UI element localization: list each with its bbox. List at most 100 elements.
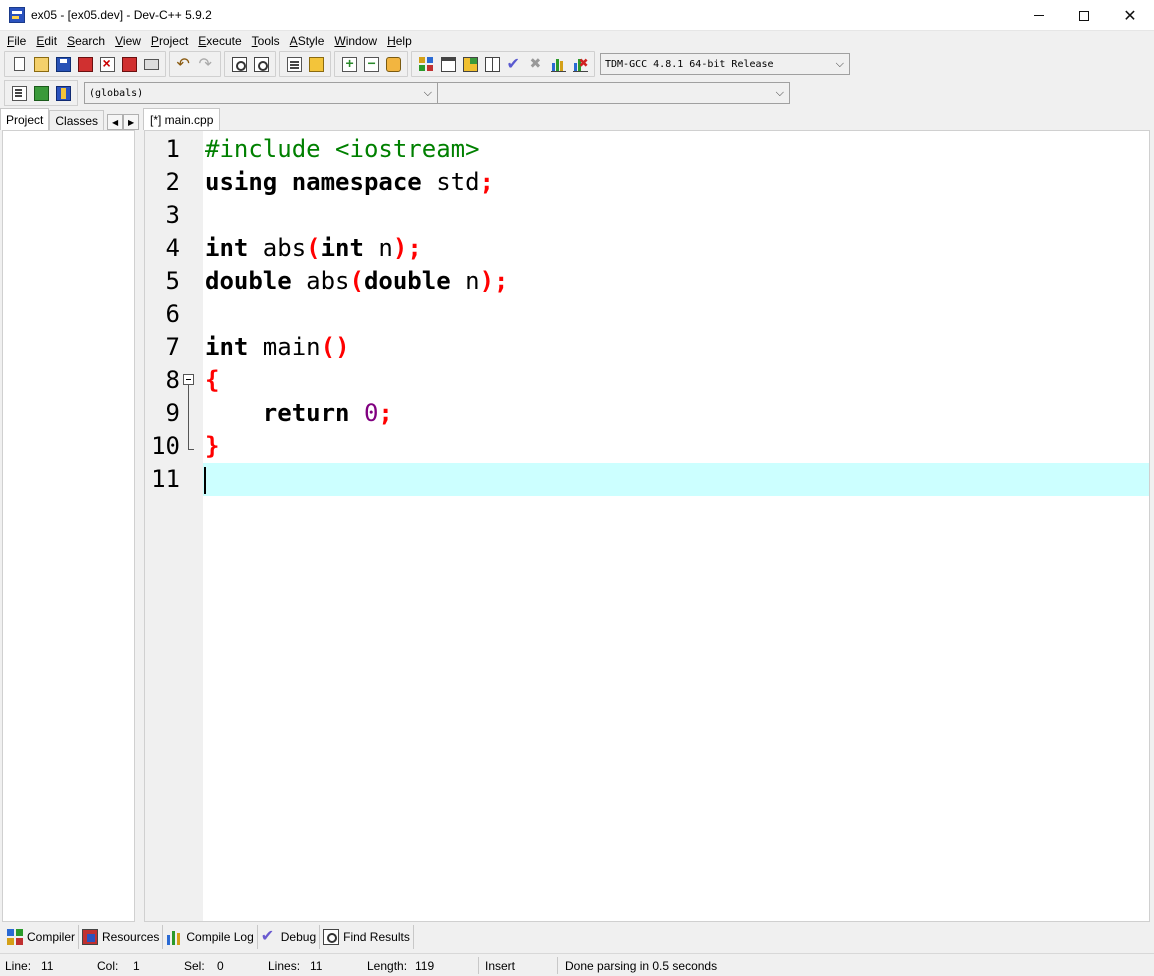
tab-compile-log[interactable]: Compile Log [163,925,258,949]
menu-file[interactable]: File [2,34,31,48]
compile-button[interactable] [415,53,437,75]
undo-button[interactable] [173,53,195,75]
close-all-button[interactable] [118,53,140,75]
tab-find-results[interactable]: Find Results [320,925,414,949]
maximize-button[interactable] [1061,0,1107,31]
status-sel-label: Sel: [184,959,205,973]
globals-select[interactable]: (globals) ⌵ [84,82,438,104]
print-icon [143,58,159,70]
devcpp-app-icon[interactable] [9,7,25,23]
new-member-button[interactable] [30,82,52,104]
status-length-label: Length: [367,959,408,973]
rebuild-all-button[interactable] [481,53,503,75]
status-col-value: 1 [133,959,140,973]
project-toolbar-group [334,51,408,77]
line-number: 11 [151,465,180,493]
line-number: 9 [165,399,180,427]
tab-scroll-buttons: ◀ ▶ [107,114,140,130]
indent-button[interactable] [283,53,305,75]
indent-toolbar-group [279,51,331,77]
line-number: 7 [165,333,180,361]
line-number: 4 [165,234,180,262]
menu-view[interactable]: View [110,34,146,48]
save-all-button[interactable] [74,53,96,75]
add-to-project-icon [341,55,357,72]
tab-resources[interactable]: Resources [79,925,164,949]
debug-icon [261,926,277,946]
line-number: 5 [165,267,180,295]
line-number: 8 [165,366,180,394]
close-button[interactable]: ✕ [1107,0,1153,31]
compile-run-button[interactable] [459,53,481,75]
open-button[interactable] [30,53,52,75]
menu-search[interactable]: Search [62,34,110,48]
project-options-icon [385,56,401,72]
close-all-icon [121,56,137,72]
main-toolbar: TDM-GCC 4.8.1 64-bit Release ⌵ [4,50,850,78]
menu-help[interactable]: Help [382,34,417,48]
add-to-project-button[interactable] [338,53,360,75]
status-col-label: Col: [97,959,119,973]
code-line: int main() [205,333,350,361]
code-line: } [205,432,220,460]
compiler-icon [7,929,23,945]
menu-tools[interactable]: Tools [247,34,285,48]
menu-project[interactable]: Project [146,34,193,48]
replace-button[interactable] [250,53,272,75]
menu-edit[interactable]: Edit [31,34,62,48]
code-editor[interactable]: 1 2 3 4 5 6 7 8 9 10 11 #include <iostre… [144,130,1150,922]
class-toolbar-group [4,80,78,106]
profile-button[interactable] [547,53,569,75]
syntax-check-button[interactable] [503,53,525,75]
fold-collapse-icon[interactable] [183,374,194,385]
close-file-button[interactable] [96,53,118,75]
bottom-panel-tabs: Compiler Resources Compile Log Debug Fin… [0,924,1154,950]
window-title: ex05 - [ex05.dev] - Dev-C++ 5.9.2 [31,8,212,22]
compiler-select[interactable]: TDM-GCC 4.8.1 64-bit Release ⌵ [600,53,850,75]
minimize-button[interactable] [1016,0,1062,31]
print-button[interactable] [140,53,162,75]
chevron-down-icon: ⌵ [835,57,844,70]
redo-button[interactable] [195,53,217,75]
status-line-value: 11 [41,959,54,973]
menu-bar: File Edit Search View Project Execute To… [0,31,1154,50]
project-tree[interactable] [2,130,135,922]
profile-icon [550,56,566,72]
find-button[interactable] [228,53,250,75]
editor-tabs: [*] main.cpp [140,108,1154,130]
tab-main-cpp[interactable]: [*] main.cpp [143,108,221,130]
fold-end-marker [188,449,194,450]
menu-window[interactable]: Window [329,34,382,48]
delete-profile-button[interactable] [569,53,591,75]
tab-scroll-left-icon[interactable]: ◀ [107,114,124,130]
tab-project[interactable]: Project [0,108,50,130]
insert-button[interactable] [52,82,74,104]
save-button[interactable] [52,53,74,75]
members-select[interactable]: ⌵ [438,82,790,104]
unindent-button[interactable] [305,53,327,75]
chevron-down-icon: ⌵ [423,86,432,99]
stop-execution-button[interactable] [525,53,547,75]
menu-execute[interactable]: Execute [193,34,246,48]
undo-icon [177,54,192,74]
indent-icon [286,56,302,72]
compile-icon [418,56,434,72]
maximize-icon [1079,10,1089,21]
remove-from-project-button[interactable] [360,53,382,75]
status-line-label: Line: [5,959,32,973]
new-file-button[interactable] [8,53,30,75]
project-options-button[interactable] [382,53,404,75]
menu-astyle[interactable]: AStyle [285,34,330,48]
line-number: 3 [165,201,180,229]
find-results-icon [323,929,340,945]
title-bar: ex05 - [ex05.dev] - Dev-C++ 5.9.2 ✕ [0,0,1154,31]
run-button[interactable] [437,53,459,75]
redo-icon [199,54,214,74]
delete-profile-icon [572,56,589,72]
new-class-button[interactable] [8,82,30,104]
code-line: return 0; [262,399,393,427]
tab-scroll-right-icon[interactable]: ▶ [123,114,140,130]
tab-debug[interactable]: Debug [258,925,321,949]
tab-compiler[interactable]: Compiler [4,925,80,949]
tab-classes[interactable]: Classes [49,110,105,130]
